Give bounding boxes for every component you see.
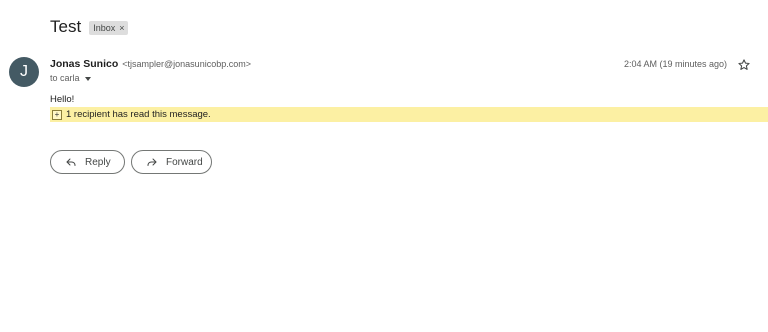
forward-arrow-icon (147, 158, 157, 166)
recipient-line: to carla (50, 73, 80, 83)
message-timestamp: 2:04 AM (19 minutes ago) (624, 59, 728, 69)
sender-name[interactable]: Jonas Sunico (50, 58, 118, 70)
reply-arrow-icon (66, 158, 76, 166)
message-body: Hello! (50, 94, 75, 105)
forward-button[interactable]: Forward (131, 150, 212, 174)
reply-button[interactable]: Reply (50, 150, 125, 174)
email-subject: Test (50, 17, 82, 36)
sender-avatar[interactable]: J (9, 57, 39, 87)
inbox-label-chip[interactable]: Inbox × (89, 20, 129, 35)
star-icon[interactable] (737, 58, 751, 72)
sender-email: <tjsampler@jonasunicobp.com> (122, 59, 251, 69)
sender-row: Jonas Sunico <tjsampler@jonasunicobp.com… (50, 58, 251, 70)
read-receipt-text: 1 recipient has read this message. (66, 109, 211, 120)
caret-down-icon[interactable] (84, 76, 91, 81)
read-receipt-banner: + 1 recipient has read this message. (50, 107, 768, 122)
expand-receipt-button[interactable]: + (52, 109, 62, 120)
recipient-details-toggle[interactable]: to carla (50, 73, 91, 83)
reply-label: Reply (85, 156, 111, 168)
subject-row: Test Inbox × (50, 15, 129, 39)
forward-label: Forward (166, 156, 203, 168)
avatar-letter: J (20, 63, 28, 80)
remove-label-button[interactable]: × (119, 22, 124, 34)
label-chip-text: Inbox (93, 22, 116, 33)
